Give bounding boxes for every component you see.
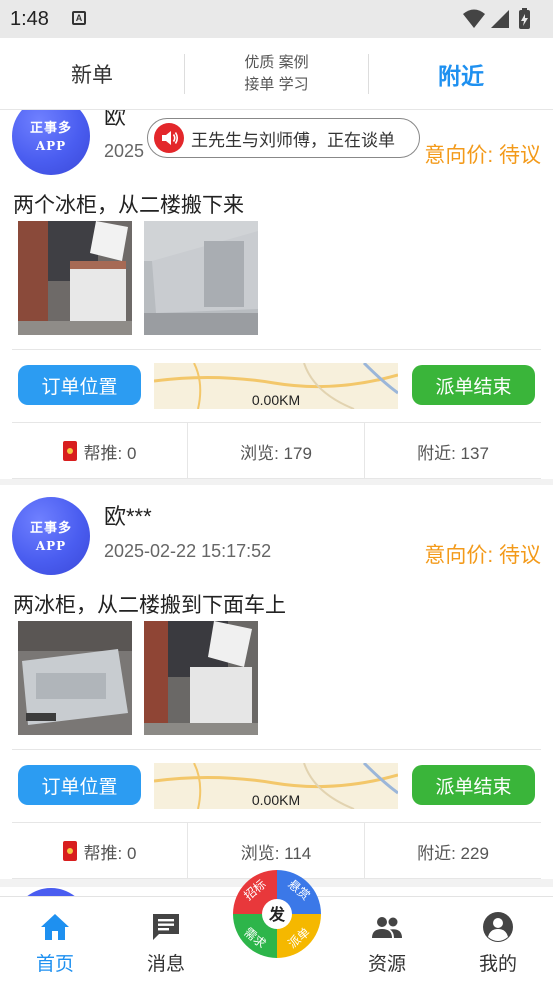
customer-name: 欧*** xyxy=(104,504,152,529)
status-time: 1:48 xyxy=(10,8,49,30)
map-thumbnail[interactable]: 0.00KM xyxy=(154,363,398,409)
tab-cases-line2: 接单 学习 xyxy=(244,76,309,93)
finish-dispatch-button[interactable]: 派单结束 xyxy=(412,365,535,405)
live-notice[interactable]: 王先生与刘师傅，正在谈单 xyxy=(147,118,420,158)
tab-cases-line1: 优质 案例 xyxy=(244,54,309,71)
finish-dispatch-button[interactable]: 派单结束 xyxy=(412,765,535,805)
order-photo[interactable] xyxy=(18,221,132,335)
order-photo[interactable] xyxy=(144,221,258,335)
tab-nearby[interactable]: 附近 xyxy=(369,38,553,110)
order-location-label: 订单位置 xyxy=(41,376,118,398)
red-packet-icon xyxy=(62,841,77,861)
notification-icon: A xyxy=(72,11,86,25)
tab-new-orders-label: 新单 xyxy=(71,64,113,87)
intended-price: 意向价: 待议 xyxy=(424,544,541,567)
order-description: 两个冰柜，从二楼搬下来 xyxy=(13,194,244,217)
message-icon xyxy=(153,914,179,940)
help-push-stat[interactable]: 帮推: 0 xyxy=(12,423,187,479)
nav-messages[interactable]: 消息 xyxy=(116,897,216,984)
finish-dispatch-label: 派单结束 xyxy=(435,776,512,798)
order-description: 两冰柜，从二楼搬到下面车上 xyxy=(13,594,286,617)
status-bar: 1:48 A xyxy=(0,0,553,38)
top-tab-bar: 新单 优质 案例 接单 学习 附近 xyxy=(0,38,553,110)
map-thumbnail[interactable]: 0.00KM xyxy=(154,763,398,809)
profile-icon xyxy=(483,912,513,942)
notice-text: 王先生与刘师傅，正在谈单 xyxy=(191,130,395,150)
avatar-text-line2: APP xyxy=(35,139,67,153)
avatar-text-line2: APP xyxy=(35,539,67,553)
speaker-icon xyxy=(154,123,184,153)
avatar[interactable]: 正事多 APP xyxy=(12,110,90,175)
nav-mine[interactable]: 我的 xyxy=(448,897,548,984)
order-date: 2025-02-22 15:17:52 xyxy=(104,541,272,561)
nav-resources[interactable]: 资源 xyxy=(337,897,437,984)
avatar[interactable]: 正事多 APP xyxy=(12,497,90,575)
people-icon xyxy=(372,917,402,938)
help-push-text: 帮推: 0 xyxy=(83,843,137,863)
divider xyxy=(12,349,541,350)
order-location-label: 订单位置 xyxy=(41,776,118,798)
customer-name: 欧 xyxy=(104,110,127,129)
order-date: 2025 xyxy=(104,141,145,161)
map-distance: 0.00KM xyxy=(251,392,301,408)
wifi-icon xyxy=(463,9,485,28)
nearby-text: 附近: 229 xyxy=(417,843,489,863)
order-photo[interactable] xyxy=(144,621,258,735)
red-packet-icon xyxy=(62,441,77,461)
stats-row: 帮推: 0 浏览: 179 附近: 137 xyxy=(12,422,541,479)
views-stat: 浏览: 179 xyxy=(188,423,364,479)
order-feed[interactable]: 正事多 APP 欧 2025 意向价: 待议 两个冰柜，从二楼搬下来 订单位置 xyxy=(0,110,553,896)
tab-cases-learning[interactable]: 优质 案例 接单 学习 xyxy=(185,38,368,110)
tab-new-orders[interactable]: 新单 xyxy=(0,38,184,110)
views-text: 浏览: 179 xyxy=(240,443,312,463)
nav-home[interactable]: 首页 xyxy=(5,897,105,984)
order-photo[interactable] xyxy=(18,621,132,735)
divider xyxy=(12,749,541,750)
system-status-icons xyxy=(463,8,530,29)
nav-messages-label: 消息 xyxy=(146,954,185,975)
order-location-button[interactable]: 订单位置 xyxy=(18,365,141,405)
views-text: 浏览: 114 xyxy=(240,843,312,863)
nav-resources-label: 资源 xyxy=(367,954,406,975)
order-card[interactable]: 正事多 APP 欧*** 2025-02-22 15:17:52 意向价: 待议… xyxy=(0,485,553,885)
fab-center-label: 发 xyxy=(268,905,286,924)
map-distance: 0.00KM xyxy=(251,792,301,808)
battery-icon xyxy=(519,8,530,29)
avatar-text-line1: 正事多 xyxy=(29,521,72,536)
help-push-text: 帮推: 0 xyxy=(83,443,137,463)
nearby-stat: 附近: 137 xyxy=(365,423,541,479)
signal-icon xyxy=(491,10,509,28)
avatar[interactable] xyxy=(12,888,90,896)
nearby-text: 附近: 137 xyxy=(417,443,489,463)
nav-home-label: 首页 xyxy=(35,954,74,975)
nav-mine-label: 我的 xyxy=(478,954,517,975)
nearby-stat: 附近: 229 xyxy=(365,823,541,879)
intended-price: 意向价: 待议 xyxy=(424,144,541,167)
finish-dispatch-label: 派单结束 xyxy=(435,376,512,398)
home-icon xyxy=(41,914,69,940)
tab-nearby-label: 附近 xyxy=(438,63,484,89)
publish-fab[interactable]: 招标 悬赏 派单 需求 发 xyxy=(231,868,323,960)
help-push-stat[interactable]: 帮推: 0 xyxy=(12,823,187,879)
avatar-text-line1: 正事多 xyxy=(29,121,72,136)
order-location-button[interactable]: 订单位置 xyxy=(18,765,141,805)
order-card[interactable]: 正事多 APP 欧 2025 意向价: 待议 两个冰柜，从二楼搬下来 订单位置 xyxy=(0,110,553,485)
